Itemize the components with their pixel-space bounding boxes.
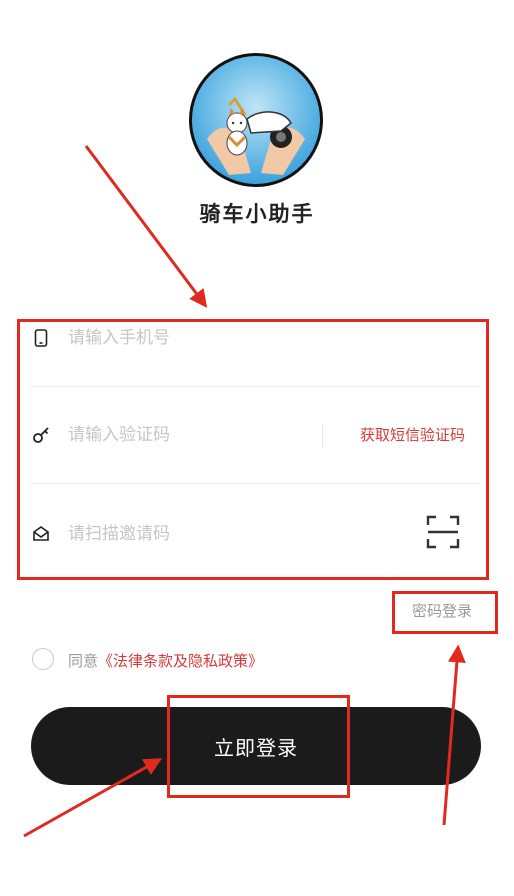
app-logo	[189, 53, 323, 187]
annotation-box-login-button	[167, 695, 350, 798]
app-name: 骑车小助手	[199, 202, 315, 226]
agreement-text: 同意《法律条款及隐私政策》	[68, 650, 263, 671]
annotation-box-form	[17, 319, 489, 580]
agreement-prefix: 同意	[68, 652, 99, 670]
logo-illustration	[192, 56, 320, 184]
policy-link[interactable]: 《法律条款及隐私政策》	[98, 652, 263, 670]
annotation-box-password-login	[392, 591, 498, 634]
agreement-radio[interactable]	[32, 648, 54, 670]
